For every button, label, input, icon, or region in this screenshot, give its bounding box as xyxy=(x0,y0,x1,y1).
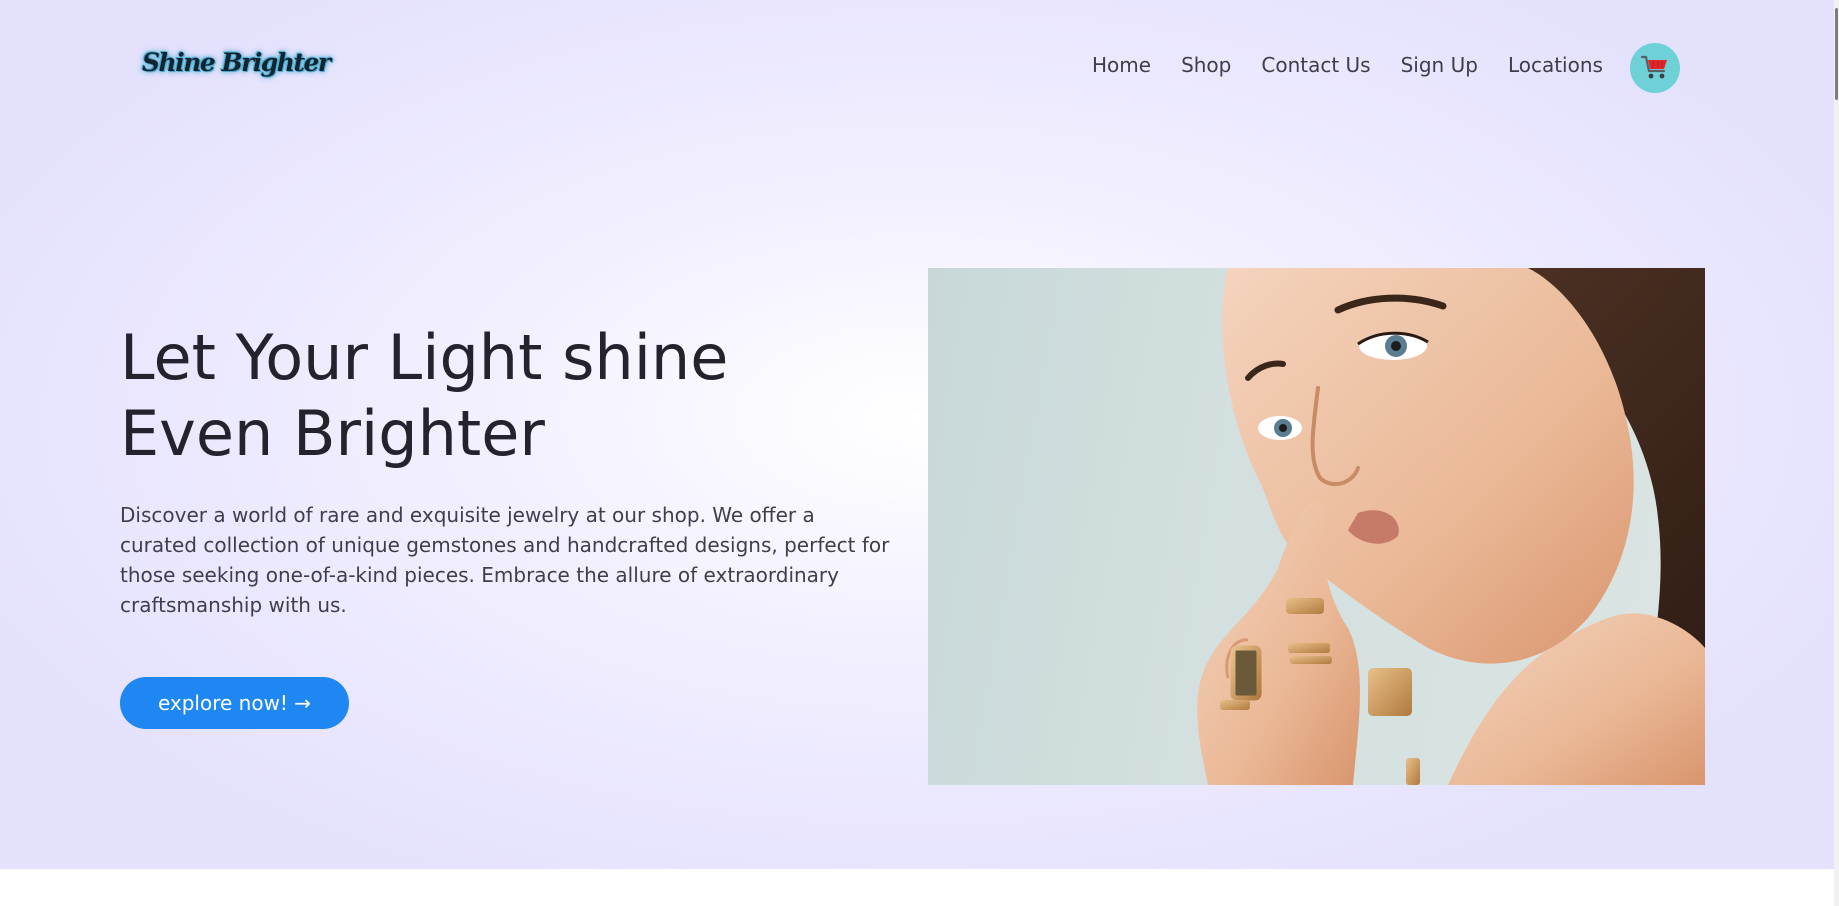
shopping-cart-icon xyxy=(1640,55,1667,79)
nav-sign-up[interactable]: Sign Up xyxy=(1401,53,1478,77)
scrollbar-thumb[interactable] xyxy=(1835,8,1838,100)
nav-locations[interactable]: Locations xyxy=(1508,53,1603,77)
woman-with-gold-rings-photo xyxy=(1197,268,1705,785)
hero-headline: Let Your Light shine Even Brighter xyxy=(120,320,880,472)
headline-line-2: Even Brighter xyxy=(120,397,545,470)
cart-button[interactable] xyxy=(1630,43,1680,93)
logo-text: Shine Brighter xyxy=(142,48,331,77)
headline-line-1: Let Your Light shine xyxy=(120,321,729,394)
main-nav: Home Shop Contact Us Sign Up Locations xyxy=(1092,53,1633,77)
nav-contact-us[interactable]: Contact Us xyxy=(1261,53,1370,77)
hero-description: Discover a world of rare and exquisite j… xyxy=(120,503,890,617)
scrollbar-track[interactable] xyxy=(1834,0,1839,906)
nav-shop[interactable]: Shop xyxy=(1181,53,1231,77)
explore-now-button[interactable]: explore now! → xyxy=(120,677,349,729)
nav-home[interactable]: Home xyxy=(1092,53,1151,77)
brand-logo[interactable]: Shine Brighter xyxy=(142,44,331,92)
hero-section: Shine Brighter Home Shop Contact Us Sign… xyxy=(0,0,1834,869)
hero-image xyxy=(928,268,1705,785)
